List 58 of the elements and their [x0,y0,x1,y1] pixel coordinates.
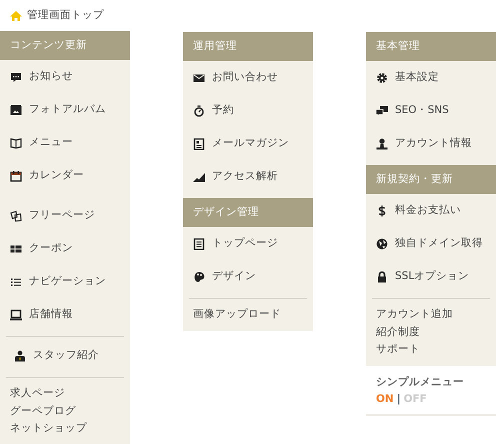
menu-link[interactable]: 求人ページ [10,385,124,402]
laptop-icon [10,308,22,320]
menu-item[interactable]: SEO・SNS [366,94,496,127]
section-header: 新規契約・更新 [366,165,496,194]
open-book-icon [10,136,22,148]
menu-item[interactable]: アカウント情報 [366,127,496,160]
menu-item[interactable]: アクセス解析 [183,160,313,193]
menu-item[interactable]: トップページ [183,227,313,260]
panel-title: シンプルメニュー [376,374,465,390]
settings-icon [376,72,388,84]
menu-item[interactable]: メニュー [0,126,130,159]
menu-link[interactable]: グーペブログ [10,402,124,420]
menu-item[interactable]: SSLオプション [366,260,496,293]
section-header: 運用管理 [183,32,313,61]
menu-item[interactable]: フリーページ [0,199,130,232]
dollar-icon [376,204,388,216]
menu-link[interactable]: ネットショップ [10,420,124,438]
lock-icon [376,270,388,282]
menu-item[interactable]: お知らせ [0,60,130,93]
menu-item[interactable]: 料金お支払い [366,194,496,227]
separator: | [396,392,401,404]
speech-bubble-icon [10,70,22,82]
menu-item[interactable]: 独自ドメイン取得 [366,227,496,260]
menu-item[interactable]: スタッフ紹介 [10,339,124,372]
newsletter-icon [193,138,205,150]
envelope-icon [193,72,205,84]
area-chart-icon [193,170,205,182]
section-header: コンテンツ更新 [0,31,130,60]
person-icon [14,350,26,362]
home-link[interactable]: 管理画面トップ [0,0,130,31]
menu-item[interactable]: フォトアルバム [0,93,130,126]
pages-icon [10,210,22,222]
user-icon [376,138,388,150]
menu-item[interactable]: お問い合わせ [183,61,313,94]
house-icon [10,10,22,22]
menu-item[interactable]: メールマガジン [183,127,313,160]
menu-item[interactable]: 予約 [183,94,313,127]
menu-item[interactable]: ナビゲーション [0,265,130,298]
grid-icon [10,242,22,254]
calendar-icon [10,170,22,182]
menu-link[interactable]: サポート [376,341,490,358]
menu-item[interactable]: カレンダー [0,159,130,192]
menu-link[interactable]: 画像アップロード [193,306,307,324]
section-header: 基本管理 [366,32,496,61]
document-icon [193,238,205,250]
section-header: デザイン管理 [183,198,313,227]
menu-item[interactable]: 店舗情報 [0,298,130,331]
photo-album-icon [10,104,22,116]
menu-link[interactable]: 紹介制度 [376,324,490,341]
menu-item[interactable]: デザイン [183,260,313,293]
menu-item[interactable]: クーポン [0,232,130,265]
menu-link[interactable]: アカウント追加 [376,306,490,324]
speech-bubbles-icon [376,104,388,116]
palette-icon [193,270,205,282]
list-icon [10,276,22,288]
globe-icon [376,238,388,250]
stopwatch-icon [193,104,205,116]
menu-item[interactable]: 基本設定 [366,61,496,94]
